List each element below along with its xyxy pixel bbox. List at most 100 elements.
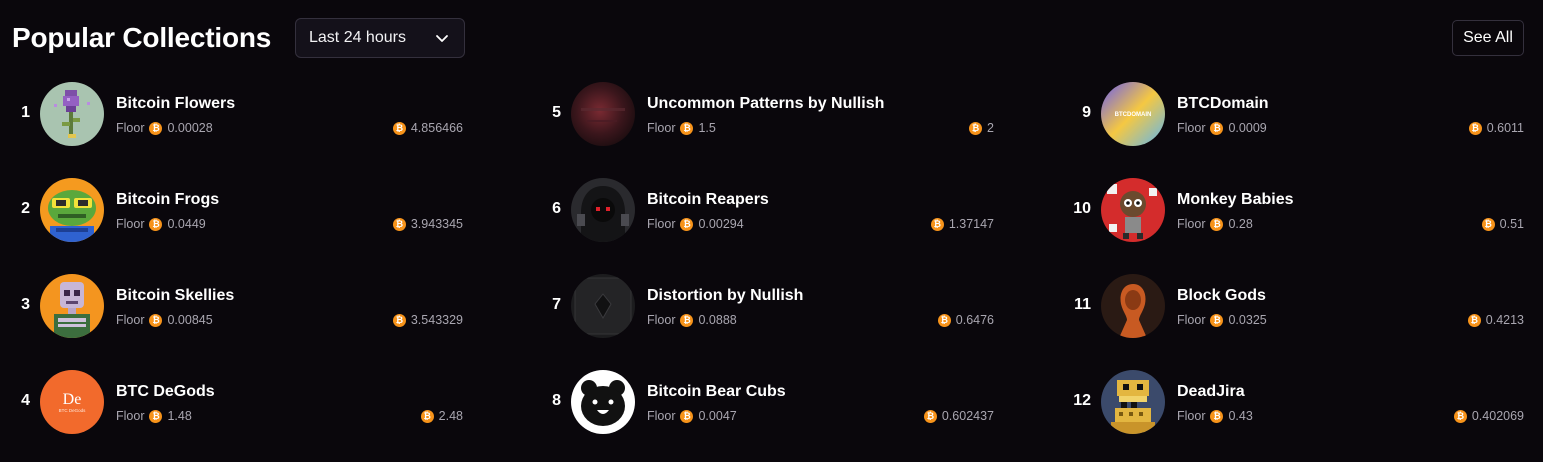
floor-value: 0.28: [1228, 217, 1253, 231]
see-all-button[interactable]: See All: [1452, 20, 1524, 56]
collection-name: Distortion by Nullish: [647, 287, 804, 304]
floor-label: Floor: [116, 217, 145, 231]
floor-label: Floor: [116, 121, 145, 135]
volume-value: 0.6011: [1486, 121, 1524, 135]
rank-number: 8: [552, 392, 561, 409]
bitcoin-icon: ₿: [937, 313, 951, 327]
collection-row-10[interactable]: 10 Monkey Babies Floor ₿ 0.28 ₿ 0.51: [1061, 178, 1531, 242]
volume: ₿ 4.856466: [392, 121, 463, 135]
floor-value: 0.00028: [167, 121, 213, 135]
collection-avatar: [571, 82, 635, 146]
floor-value: 1.48: [167, 409, 192, 423]
collection-name: Bitcoin Frogs: [116, 191, 220, 208]
floor-value: 0.0009: [1228, 121, 1267, 135]
floor-value: 0.00845: [167, 313, 213, 327]
collection-avatar: [1101, 274, 1165, 338]
floor-price: Floor ₿ 0.0449: [116, 217, 206, 231]
floor-price: Floor ₿ 0.0888: [647, 313, 737, 327]
collection-row-11[interactable]: 11 Block Gods Floor ₿ 0.0325 ₿ 0.4213: [1061, 274, 1531, 338]
volume: ₿ 2.48: [420, 409, 463, 423]
rank-number: 9: [1082, 104, 1091, 121]
rank-number: 12: [1073, 392, 1091, 409]
collection-name: BTC DeGods: [116, 383, 215, 400]
avatar-logo-text: De: [63, 391, 82, 408]
floor-label: Floor: [116, 409, 145, 423]
collection-row-5[interactable]: 5 Uncommon Patterns by Nullish Floor ₿ 1…: [531, 82, 1001, 146]
bitcoin-icon: ₿: [923, 409, 937, 423]
volume-value: 2.48: [438, 409, 463, 423]
bitcoin-icon: ₿: [680, 217, 694, 231]
floor-price: Floor ₿ 1.48: [116, 409, 192, 423]
floor-price: Floor ₿ 0.0009: [1177, 121, 1267, 135]
bitcoin-icon: ₿: [1467, 313, 1481, 327]
avatar-logo-text: BTCDOMAIN: [1115, 112, 1152, 118]
collection-row-4[interactable]: 4 De BTC DeGods BTC DeGods Floor ₿ 1.48 …: [0, 370, 470, 434]
rank-number: 11: [1074, 296, 1091, 313]
volume-value: 0.51: [1499, 217, 1524, 231]
timeframe-value: Last 24 hours: [309, 29, 406, 46]
bitcoin-icon: ₿: [1210, 121, 1224, 135]
volume: ₿ 0.402069: [1453, 409, 1524, 423]
bitcoin-icon: ₿: [149, 217, 163, 231]
floor-label: Floor: [647, 409, 676, 423]
collection-row-2[interactable]: 2 Bitcoin Frogs Floor ₿ 0.0449 ₿ 3.94334…: [0, 178, 470, 242]
section-title: Popular Collections: [12, 22, 272, 53]
collection-row-8[interactable]: 8 Bitcoin Bear Cubs Floor ₿ 0.0047 ₿ 0.6…: [531, 370, 1001, 434]
volume: ₿ 3.943345: [392, 217, 463, 231]
bitcoin-icon: ₿: [392, 121, 406, 135]
floor-label: Floor: [116, 313, 145, 327]
rank-number: 6: [552, 200, 561, 217]
rank-number: 3: [21, 296, 30, 313]
bitcoin-icon: ₿: [420, 409, 434, 423]
collection-avatar: [571, 178, 635, 242]
bitcoin-icon: ₿: [969, 121, 983, 135]
bitcoin-icon: ₿: [392, 313, 406, 327]
floor-value: 0.0888: [698, 313, 737, 327]
collection-name: Bitcoin Skellies: [116, 287, 235, 304]
floor-value: 0.0047: [698, 409, 737, 423]
collection-row-3[interactable]: 3 Bitcoin Skellies Floor ₿ 0.00845 ₿ 3.5…: [0, 274, 470, 338]
collection-name: Bitcoin Bear Cubs: [647, 383, 786, 400]
collection-row-1[interactable]: 1 Bitcoin Flowers Floor ₿ 0.00028 ₿ 4.85…: [0, 82, 470, 146]
collection-row-6[interactable]: 6 Bitcoin Reapers Floor ₿ 0.00294 ₿ 1.37…: [531, 178, 1001, 242]
rank-number: 10: [1073, 200, 1091, 217]
floor-label: Floor: [647, 217, 676, 231]
volume-value: 2: [987, 121, 994, 135]
collection-row-9[interactable]: 9 BTCDOMAIN BTCDomain Floor ₿ 0.0009 ₿ 0…: [1061, 82, 1531, 146]
collection-avatar: [40, 178, 104, 242]
collection-avatar: De BTC DeGods: [40, 370, 104, 434]
collection-row-7[interactable]: 7 Distortion by Nullish Floor ₿ 0.0888 ₿…: [531, 274, 1001, 338]
volume: ₿ 0.6476: [937, 313, 994, 327]
rank-number: 2: [21, 200, 30, 217]
volume: ₿ 0.602437: [923, 409, 994, 423]
floor-price: Floor ₿ 0.00845: [116, 313, 213, 327]
floor-price: Floor ₿ 0.00294: [647, 217, 744, 231]
volume-value: 0.402069: [1471, 409, 1524, 423]
floor-price: Floor ₿ 1.5: [647, 121, 716, 135]
volume-value: 4.856466: [410, 121, 463, 135]
bitcoin-icon: ₿: [680, 313, 694, 327]
bitcoin-icon: ₿: [149, 313, 163, 327]
popular-collections-panel: Popular Collections Last 24 hours See Al…: [0, 0, 1543, 462]
floor-label: Floor: [1177, 121, 1206, 135]
bitcoin-icon: ₿: [149, 121, 163, 135]
volume-value: 3.543329: [410, 313, 463, 327]
avatar-logo-subtext: BTC DeGods: [59, 408, 87, 413]
floor-price: Floor ₿ 0.0047: [647, 409, 737, 423]
collection-avatar: [40, 274, 104, 338]
volume-value: 0.4213: [1485, 313, 1524, 327]
bitcoin-icon: ₿: [1481, 217, 1495, 231]
collection-row-12[interactable]: 12 DeadJira Floor ₿ 0.43 ₿ 0.402069: [1061, 370, 1531, 434]
collection-avatar: [571, 274, 635, 338]
volume-value: 0.6476: [955, 313, 994, 327]
bitcoin-icon: ₿: [1468, 121, 1482, 135]
floor-price: Floor ₿ 0.00028: [116, 121, 213, 135]
floor-value: 1.5: [698, 121, 716, 135]
collection-name: Bitcoin Flowers: [116, 95, 236, 112]
floor-value: 0.0449: [167, 217, 206, 231]
floor-label: Floor: [647, 121, 676, 135]
floor-price: Floor ₿ 0.28: [1177, 217, 1253, 231]
timeframe-dropdown[interactable]: Last 24 hours: [295, 18, 465, 58]
collection-name: Monkey Babies: [1177, 191, 1294, 208]
volume-value: 0.602437: [941, 409, 994, 423]
